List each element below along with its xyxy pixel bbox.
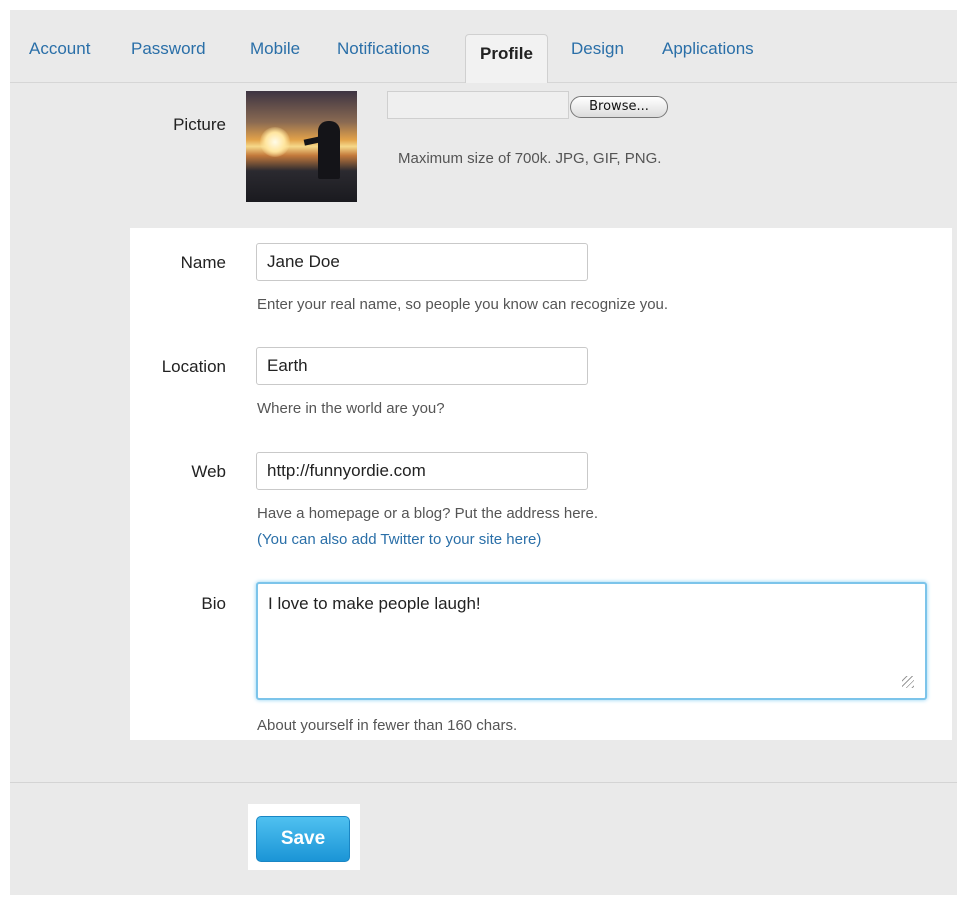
tab-design[interactable]: Design [571,26,624,82]
tab-profile[interactable]: Profile [465,34,548,83]
location-input[interactable] [256,347,588,385]
name-input[interactable] [256,243,588,281]
browse-button[interactable]: Browse... [570,96,668,118]
save-button[interactable]: Save [256,816,350,862]
tab-applications[interactable]: Applications [662,26,754,82]
tab-notifications[interactable]: Notifications [337,26,430,82]
tab-password[interactable]: Password [131,26,206,82]
settings-tabs: Account Password Mobile Notifications Pr… [10,26,957,83]
footer-divider [10,782,957,783]
web-label: Web [191,462,226,481]
file-path-field[interactable] [387,91,569,119]
avatar-silhouette [318,121,340,179]
bio-label: Bio [201,594,226,613]
tab-account[interactable]: Account [29,26,90,82]
location-help: Where in the world are you? [257,400,445,417]
resize-handle-icon[interactable] [902,676,914,688]
name-help: Enter your real name, so people you know… [257,296,669,313]
bio-textarea[interactable]: I love to make people laugh! [256,582,927,700]
web-help: Have a homepage or a blog? Put the addre… [257,505,599,522]
web-input[interactable] [256,452,588,490]
tab-mobile[interactable]: Mobile [250,26,300,82]
add-twitter-link[interactable]: (You can also add Twitter to your site h… [257,531,541,548]
name-label: Name [180,253,226,272]
avatar-sun [260,127,290,157]
picture-help: Maximum size of 700k. JPG, GIF, PNG. [398,150,662,167]
location-label: Location [161,357,226,376]
bio-help: About yourself in fewer than 160 chars. [257,717,518,734]
picture-label: Picture [173,115,226,134]
avatar [246,91,357,202]
